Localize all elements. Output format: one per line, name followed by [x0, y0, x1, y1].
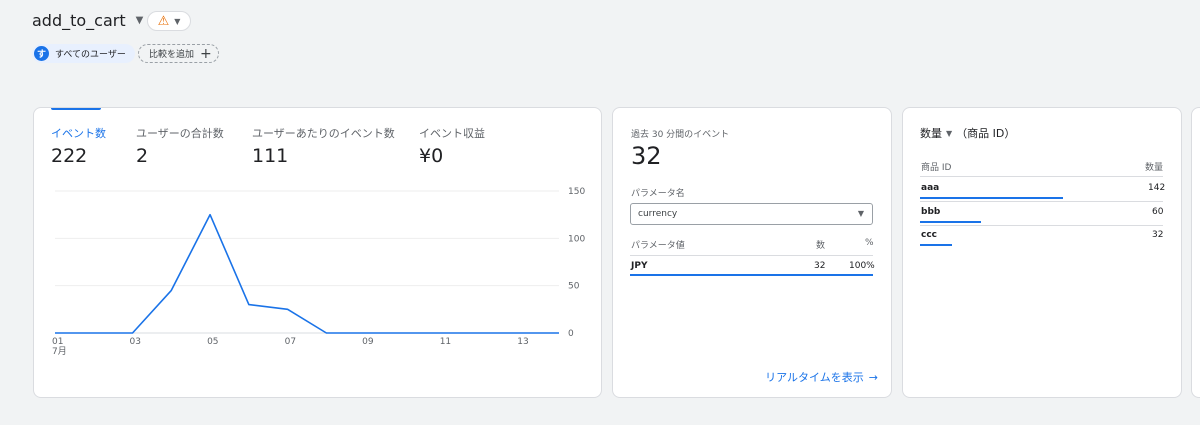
row-count: 32 [814, 261, 826, 271]
page-header: add_to_cart ▼ ⚠ ▼ す すべてのユーザー 比較を追加 + [0, 0, 1200, 100]
add-comparison-label: 比較を追加 [149, 50, 195, 60]
items-card-title: 数量 ▼ （商品 ID） [920, 125, 1015, 141]
view-realtime-label: リアルタイムを表示 [765, 371, 864, 384]
item-name: bbb [921, 207, 941, 217]
chevron-down-icon[interactable]: ▼ [136, 15, 144, 26]
item-bar [920, 244, 952, 246]
row-percent: 100% [849, 261, 875, 271]
event-title[interactable]: add_to_cart ▼ [32, 11, 143, 30]
x-tick-label: 05 [207, 337, 218, 347]
segment-label: すべてのユーザー [55, 50, 126, 60]
param-name-label: パラメータ名 [631, 189, 685, 199]
item-quantity: 142 [1148, 183, 1166, 193]
warning-chip[interactable]: ⚠ ▼ [147, 11, 191, 31]
view-realtime-link[interactable]: リアルタイムを表示 → [765, 369, 878, 385]
metric-selector-label: 数量 [920, 127, 942, 140]
col-quantity: 数量 [1145, 163, 1164, 173]
col-percent: % [865, 238, 874, 248]
row-param-value: JPY [631, 261, 648, 271]
chevron-down-icon: ▼ [857, 209, 864, 218]
realtime-title: 過去 30 分間のイベント [631, 130, 730, 140]
item-name: ccc [921, 230, 938, 240]
x-tick-label: 01 [52, 337, 63, 347]
table-divider [630, 255, 873, 256]
plus-icon: + [200, 45, 212, 62]
event-count-series-line [55, 213, 559, 334]
segment-chip[interactable]: す すべてのユーザー [32, 44, 135, 63]
col-count: 数 [816, 241, 826, 251]
chevron-down-icon[interactable]: ▼ [946, 129, 952, 138]
chevron-down-icon: ▼ [174, 16, 181, 26]
x-tick-label: 03 [130, 337, 141, 347]
param-name-selected: currency [638, 209, 678, 219]
table-divider [920, 176, 1163, 177]
realtime-card: 過去 30 分間のイベント 32 パラメータ名 currency ▼ パラメータ… [612, 107, 892, 398]
metrics-chart-card: イベント数 222 ユーザーの合計数 2 ユーザーあたりのイベント数 111 イ… [33, 107, 602, 398]
x-month-label: 7月 [52, 346, 67, 357]
table-divider [920, 225, 1163, 226]
y-tick-label: 0 [568, 329, 574, 339]
param-name-select[interactable]: currency ▼ [630, 203, 873, 225]
row-value-bar [630, 274, 873, 276]
segment-avatar: す [34, 46, 49, 61]
event-count-line-chart: 150 100 50 0 01 03 05 07 09 11 13 7月 [52, 187, 585, 357]
y-tick-label: 150 [568, 187, 585, 197]
next-card-partial [1191, 107, 1200, 398]
x-tick-label: 09 [362, 337, 374, 347]
arrow-right-icon: → [868, 370, 878, 384]
warning-icon: ⚠ [157, 13, 170, 29]
realtime-count: 32 [631, 142, 662, 170]
table-divider [920, 201, 1163, 202]
dimension-label: （商品 ID） [956, 127, 1016, 140]
col-item-id: 商品 ID [921, 163, 952, 173]
event-name: add_to_cart [32, 11, 126, 30]
col-param-value: パラメータ値 [631, 241, 685, 251]
item-bar [920, 197, 1064, 199]
y-tick-label: 50 [568, 282, 580, 292]
add-comparison-button[interactable]: 比較を追加 + [138, 44, 219, 63]
items-quantity-card: 数量 ▼ （商品 ID） 商品 ID 数量 aaa 142 bbb 60 ccc… [902, 107, 1182, 398]
item-quantity: 60 [1152, 207, 1164, 217]
item-name: aaa [921, 183, 940, 193]
x-tick-label: 13 [517, 337, 528, 347]
x-tick-label: 11 [440, 337, 451, 347]
item-bar [920, 221, 981, 223]
x-tick-label: 07 [285, 337, 296, 347]
item-quantity: 32 [1152, 230, 1164, 240]
y-tick-label: 100 [568, 234, 585, 244]
